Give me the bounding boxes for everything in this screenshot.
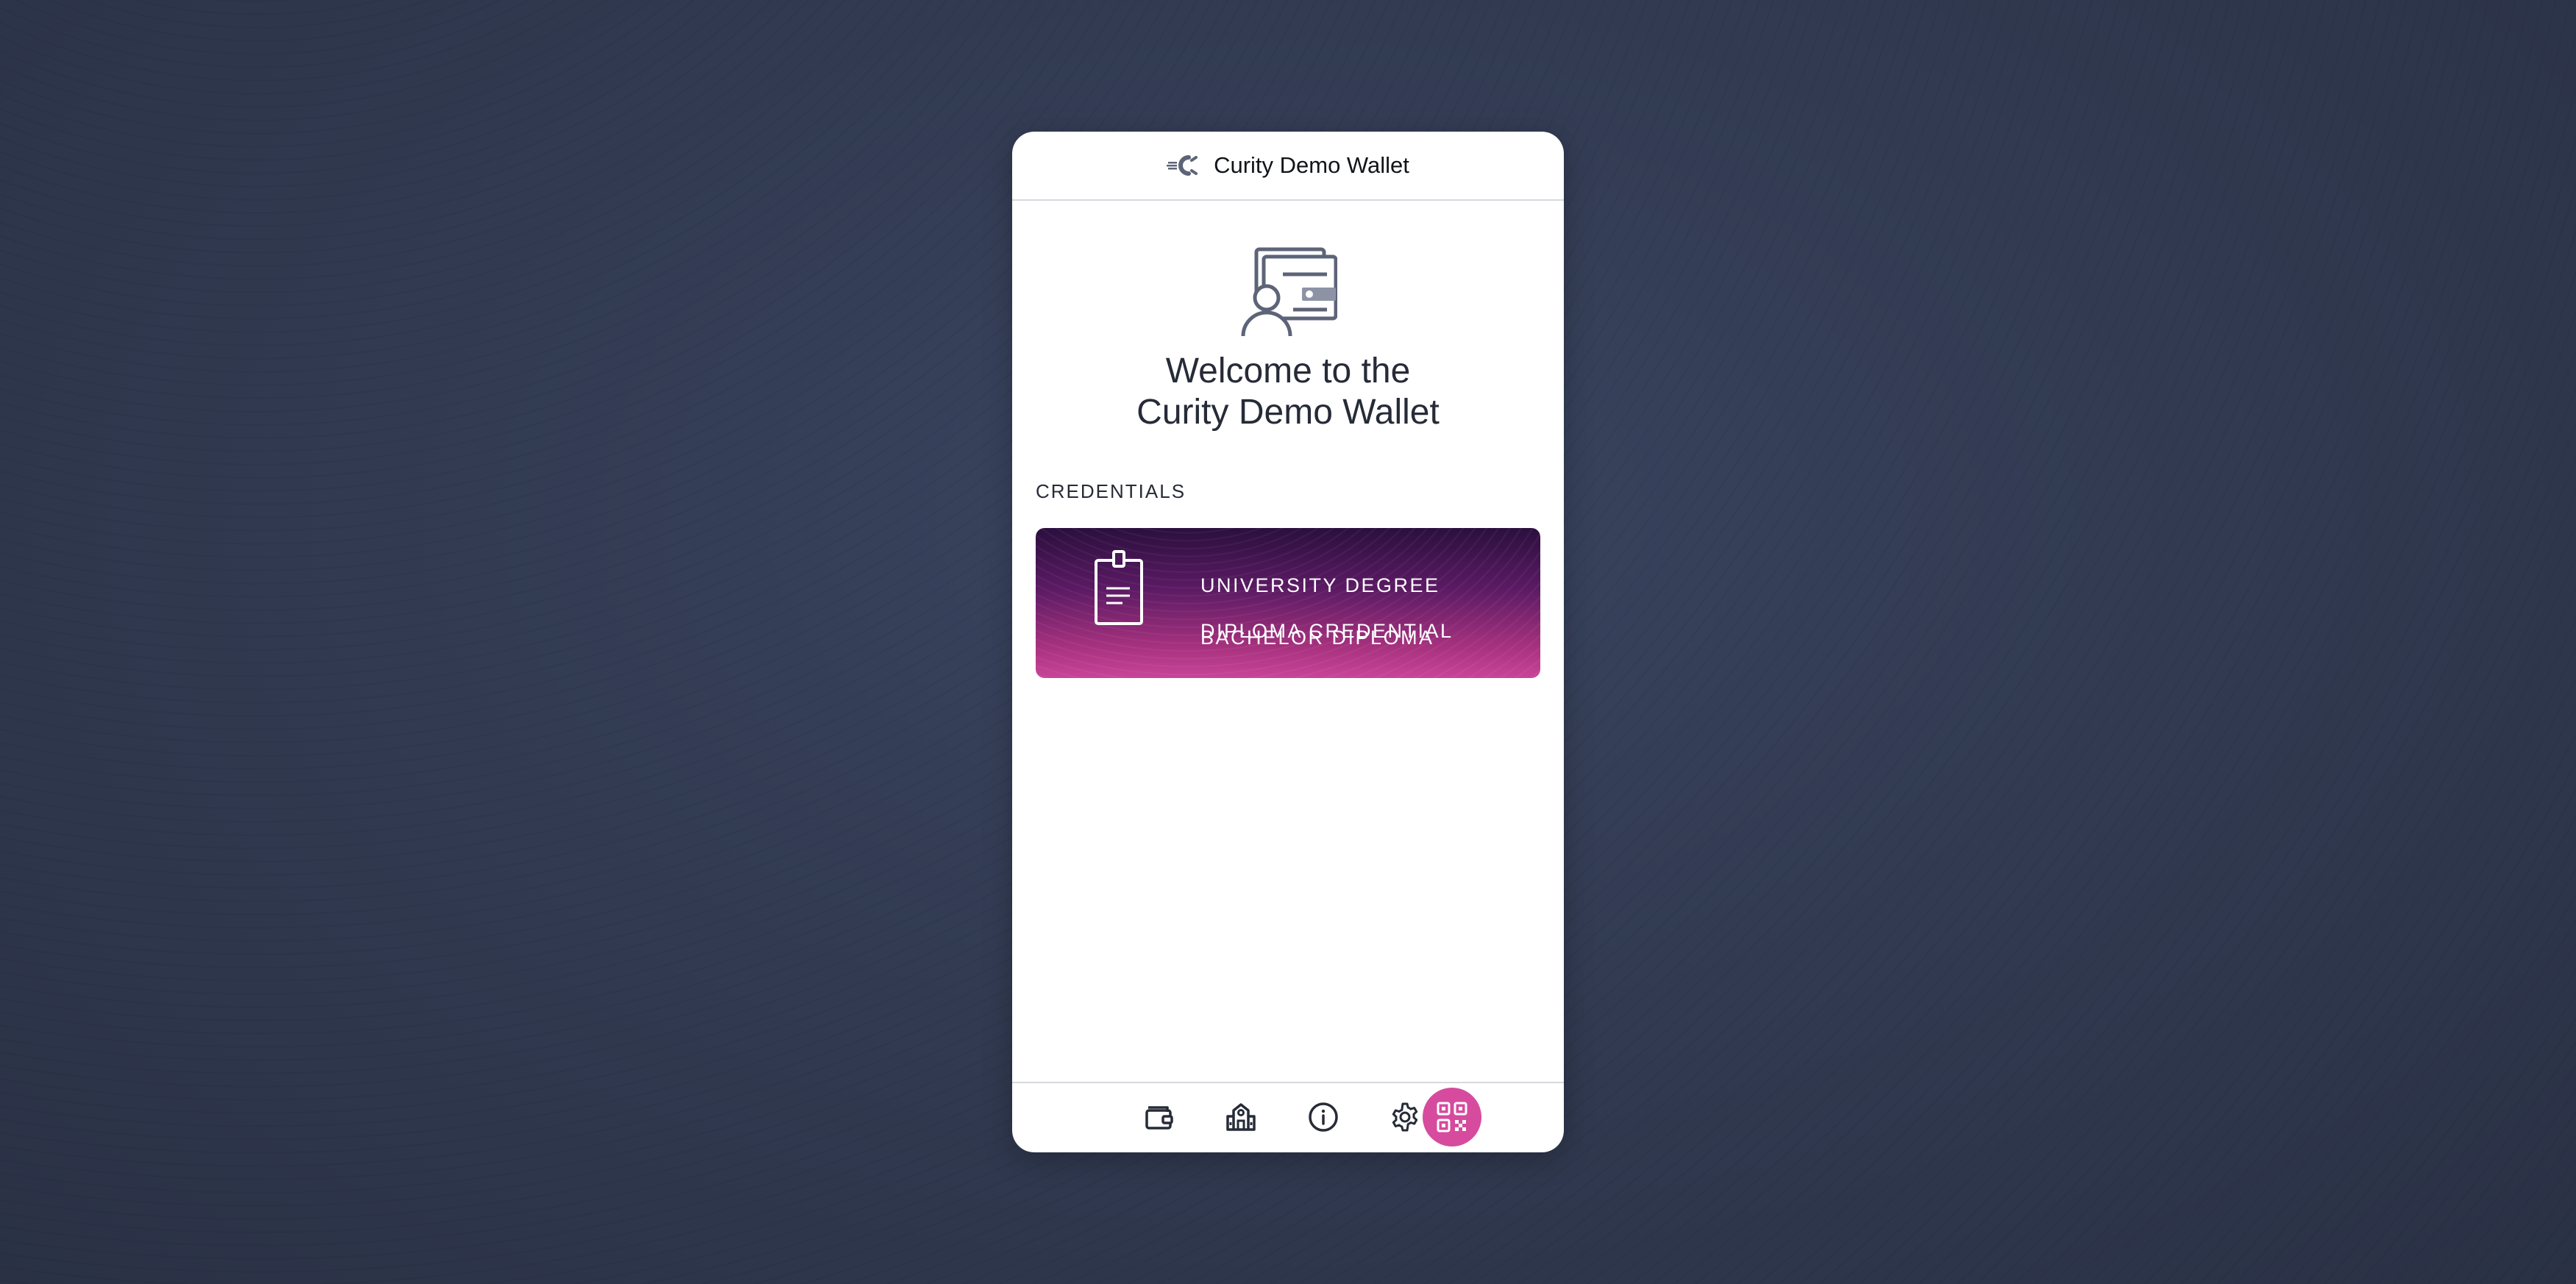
institution-icon	[1226, 1103, 1256, 1131]
welcome-line-2: Curity Demo Wallet	[1136, 393, 1440, 432]
curity-logo-icon	[1167, 155, 1198, 176]
nav-institution-button[interactable]	[1217, 1094, 1264, 1141]
gear-icon	[1392, 1102, 1418, 1132]
welcome-line-1: Welcome to the	[1165, 352, 1411, 390]
qr-code-icon	[1437, 1102, 1467, 1133]
wallet-icon	[1145, 1106, 1173, 1130]
nav-scan-qr-button[interactable]	[1423, 1088, 1481, 1146]
credential-name: BACHELOR DIPLOMA	[1200, 627, 1434, 649]
app-title: Curity Demo Wallet	[1214, 152, 1409, 178]
id-card-user-icon	[1241, 247, 1337, 337]
nav-settings-button[interactable]	[1381, 1094, 1428, 1141]
wallet-app-window: Curity Demo Wallet Welcome to the Curity…	[1012, 132, 1564, 1152]
welcome-heading: Welcome to the Curity Demo Wallet	[1012, 351, 1564, 433]
credential-card[interactable]: UNIVERSITY DEGREE DIPLOMA CREDENTIAL BAC…	[1036, 528, 1540, 678]
info-icon	[1309, 1102, 1338, 1132]
app-header: Curity Demo Wallet	[1012, 132, 1564, 201]
credential-type-line-1: UNIVERSITY DEGREE	[1200, 574, 1440, 596]
nav-info-button[interactable]	[1300, 1094, 1347, 1141]
clipboard-document-icon	[1095, 550, 1143, 625]
bottom-navigation	[1012, 1082, 1564, 1152]
credentials-section-label: CREDENTIALS	[1036, 480, 1186, 502]
nav-wallet-button[interactable]	[1136, 1094, 1183, 1141]
